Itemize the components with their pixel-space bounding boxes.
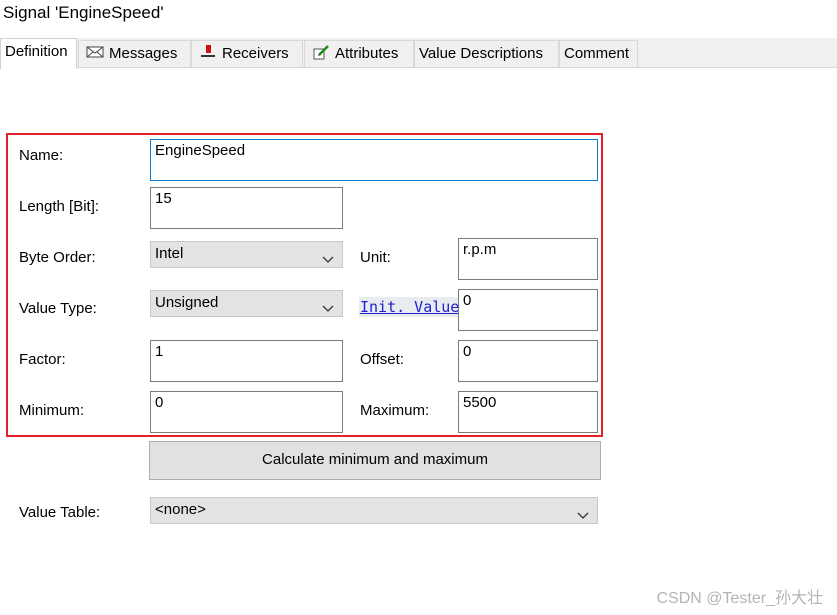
node-icon <box>198 44 218 60</box>
value-type-value: Unsigned <box>155 294 219 311</box>
byte-order-value: Intel <box>155 245 184 262</box>
byte-order-select[interactable]: Intel <box>150 241 343 268</box>
unit-field[interactable]: r.p.m <box>458 238 598 280</box>
tab-receivers[interactable]: Receivers <box>191 40 303 67</box>
chevron-down-icon <box>322 300 334 318</box>
tab-comment-label: Comment <box>564 45 630 62</box>
value-table-value: <none> <box>155 501 206 518</box>
edit-pen-icon <box>311 44 331 60</box>
tab-value-descriptions[interactable]: Value Descriptions <box>414 40 559 67</box>
maximum-label: Maximum: <box>360 402 430 419</box>
value-type-label: Value Type: <box>19 300 97 317</box>
value-type-select[interactable]: Unsigned <box>150 290 343 317</box>
factor-label: Factor: <box>19 351 66 368</box>
tab-attributes[interactable]: Attributes <box>304 40 414 67</box>
factor-field[interactable]: 1 <box>150 340 343 382</box>
length-field[interactable]: 15 <box>150 187 343 229</box>
init-value-field[interactable]: 0 <box>458 289 598 331</box>
value-table-select[interactable]: <none> <box>150 497 598 524</box>
tab-definition-label: Definition <box>5 43 68 60</box>
tab-value-descriptions-label: Value Descriptions <box>419 45 543 62</box>
minimum-label: Minimum: <box>19 402 85 419</box>
tab-messages[interactable]: Messages <box>78 40 191 67</box>
tab-attributes-label: Attributes <box>335 45 399 62</box>
minimum-field[interactable]: 0 <box>150 391 343 433</box>
calculate-min-max-button[interactable]: Calculate minimum and maximum <box>149 441 601 480</box>
unit-label: Unit: <box>360 249 391 266</box>
chevron-down-icon <box>322 251 334 269</box>
watermark: CSDN @Tester_孙大壮 <box>656 590 824 607</box>
init-value-link[interactable]: Init. Value <box>359 297 461 317</box>
chevron-down-icon <box>577 507 589 525</box>
name-field[interactable]: EngineSpeed <box>150 139 598 181</box>
envelope-icon <box>85 44 105 60</box>
length-label: Length [Bit]: <box>19 198 100 215</box>
byte-order-label: Byte Order: <box>19 249 96 266</box>
maximum-field[interactable]: 5500 <box>458 391 598 433</box>
tab-receivers-label: Receivers <box>222 45 289 62</box>
window-title: Signal 'EngineSpeed' <box>3 3 164 22</box>
value-table-label: Value Table: <box>19 504 101 521</box>
tab-definition[interactable]: Definition <box>0 38 77 69</box>
offset-field[interactable]: 0 <box>458 340 598 382</box>
offset-label: Offset: <box>360 351 404 368</box>
name-label: Name: <box>19 147 64 164</box>
tab-comment[interactable]: Comment <box>559 40 638 67</box>
tab-bar: Definition Messages Receivers Attributes… <box>0 38 837 69</box>
tab-messages-label: Messages <box>109 45 178 62</box>
